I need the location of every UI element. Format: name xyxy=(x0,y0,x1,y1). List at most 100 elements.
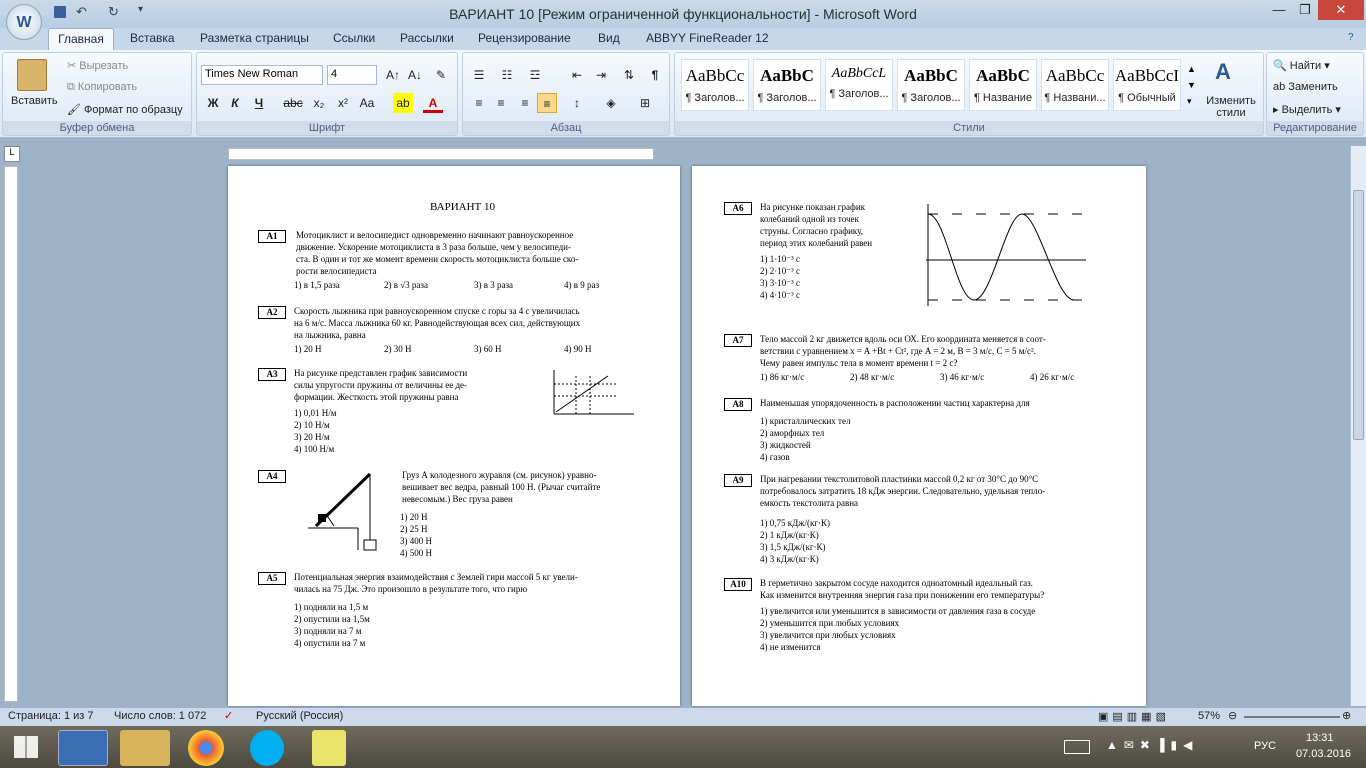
line-spacing-icon[interactable]: ↕ xyxy=(567,93,587,113)
style-preview: AaBbCc xyxy=(685,66,745,85)
find-button[interactable]: 🔍 Найти ▾ xyxy=(1273,59,1330,72)
vertical-scrollbar[interactable] xyxy=(1350,146,1366,706)
horizontal-ruler[interactable] xyxy=(228,148,654,160)
font-size-select[interactable]: 4 xyxy=(327,65,377,85)
zoom-level[interactable]: 57% xyxy=(1198,710,1220,722)
clear-format-icon[interactable]: ✎ xyxy=(431,65,451,85)
shading-icon[interactable]: ◈ xyxy=(601,93,621,113)
chrome-taskbar-icon[interactable] xyxy=(188,730,224,766)
style-heading-3[interactable]: AaBbCcL ¶ Заголов... xyxy=(825,59,893,111)
answer-option: 2) 2·10⁻³ с xyxy=(760,266,800,276)
increase-indent-icon[interactable]: ⇥ xyxy=(591,65,611,85)
tab-insert[interactable]: Вставка xyxy=(130,31,175,45)
underline-icon[interactable]: Ч xyxy=(249,93,269,113)
scroll-thumb[interactable] xyxy=(1353,190,1364,440)
spellcheck-icon[interactable]: ✓ xyxy=(224,709,233,722)
style-subtitle[interactable]: AaBbCc ¶ Названи... xyxy=(1041,59,1109,111)
bullets-icon[interactable]: ☰ xyxy=(469,65,489,85)
cut-button[interactable]: ✂ Вырезать xyxy=(67,59,128,72)
copy-button[interactable]: ⧉ Копировать xyxy=(67,81,137,94)
clock-date[interactable]: 07.03.2016 xyxy=(1296,748,1351,760)
style-title[interactable]: AaBbC ¶ Название xyxy=(969,59,1037,111)
align-left-icon[interactable]: ≡ xyxy=(469,93,489,113)
font-name-select[interactable]: Times New Roman xyxy=(201,65,323,85)
editing-group: 🔍 Найти ▾ ab Заменить ▸ Выделить ▾ Редак… xyxy=(1266,52,1364,136)
paste-icon[interactable] xyxy=(17,59,47,91)
help-icon[interactable]: ? xyxy=(1348,32,1354,43)
strikethrough-icon[interactable]: abc xyxy=(283,93,303,113)
style-normal[interactable]: AaBbCcI ¶ Обычный xyxy=(1113,59,1181,111)
question-number: A1 xyxy=(258,230,286,243)
superscript-icon[interactable]: x² xyxy=(333,93,353,113)
paste-button[interactable]: Вставить xyxy=(11,95,58,107)
format-painter-button[interactable]: 🖌 Формат по образцу xyxy=(67,103,183,116)
keyboard-icon[interactable] xyxy=(1064,740,1090,754)
style-heading-1[interactable]: AaBbCc ¶ Заголов... xyxy=(681,59,749,111)
numbering-icon[interactable]: ☷ xyxy=(497,65,517,85)
spring-graph-figure xyxy=(553,370,634,415)
style-name: ¶ Заголов... xyxy=(829,88,889,100)
question-text: вешивает вес ведра, равный 100 Н. (Рычаг… xyxy=(402,482,601,492)
bold-icon[interactable]: Ж xyxy=(203,93,223,113)
view-buttons[interactable]: ▣▤▥▦▧ xyxy=(1098,710,1170,723)
question-text: Наименьшая упорядоченность в расположени… xyxy=(760,398,1030,408)
tab-mailings[interactable]: Рассылки xyxy=(400,31,454,45)
tab-abbyy[interactable]: ABBYY FineReader 12 xyxy=(646,31,769,45)
zoom-in-icon[interactable]: ⊕ xyxy=(1342,709,1351,722)
word-logo-icon[interactable]: W xyxy=(6,4,42,40)
ruler-toggle-icon[interactable]: L xyxy=(4,146,20,162)
change-styles-button[interactable]: Изменить стили xyxy=(1201,95,1261,119)
ribbon-tabs: Главная Вставка Разметка страницы Ссылки… xyxy=(0,28,1366,50)
clock-time[interactable]: 13:31 xyxy=(1306,732,1334,744)
multilevel-list-icon[interactable]: ☲ xyxy=(525,65,545,85)
answer-option: 3) 20 Н/м xyxy=(294,432,330,442)
borders-icon[interactable]: ⊞ xyxy=(635,93,655,113)
sort-icon[interactable]: ⇅ xyxy=(619,65,639,85)
shrink-font-icon[interactable]: A↓ xyxy=(405,65,425,85)
question-text: потребовалось затратить 18 кДж энергии. … xyxy=(760,486,1046,496)
style-heading-2[interactable]: AaBbC ¶ Заголов... xyxy=(753,59,821,111)
change-case-icon[interactable]: Aa xyxy=(357,93,377,113)
change-styles-icon[interactable]: A xyxy=(1215,59,1231,85)
answer-option: 2) 48 кг·м/с xyxy=(850,372,895,382)
word-count[interactable]: Число слов: 1 072 xyxy=(114,710,206,722)
question-text: Груз А колодезного журавля (см. рисунок)… xyxy=(402,470,597,480)
maximize-button[interactable]: ❐ xyxy=(1288,0,1322,20)
italic-icon[interactable]: К xyxy=(225,93,245,113)
sticky-notes-taskbar-icon[interactable] xyxy=(312,730,346,766)
justify-icon[interactable]: ≡ xyxy=(537,93,557,113)
skype-taskbar-icon[interactable] xyxy=(250,730,284,766)
page-count[interactable]: Страница: 1 из 7 xyxy=(8,710,94,722)
align-center-icon[interactable]: ≡ xyxy=(491,93,511,113)
font-color-icon[interactable]: A xyxy=(423,93,443,113)
subscript-icon[interactable]: x₂ xyxy=(309,93,329,113)
explorer-taskbar-icon[interactable] xyxy=(120,730,170,766)
replace-button[interactable]: ab Заменить xyxy=(1273,81,1338,93)
styles-scroll-icon[interactable]: ▲ ▼ ▾ xyxy=(1187,61,1196,109)
answer-option: 1) 86 кг·м/с xyxy=(760,372,805,382)
grow-font-icon[interactable]: A↑ xyxy=(383,65,403,85)
show-marks-icon[interactable]: ¶ xyxy=(645,65,665,85)
language[interactable]: Русский (Россия) xyxy=(256,710,343,722)
tab-view[interactable]: Вид xyxy=(598,31,620,45)
tab-page-layout[interactable]: Разметка страницы xyxy=(200,31,309,45)
question-text: на лыжника, равна xyxy=(294,330,366,340)
zoom-out-icon[interactable]: ⊖ xyxy=(1228,709,1237,722)
zoom-slider[interactable] xyxy=(1244,716,1340,718)
vertical-ruler[interactable] xyxy=(4,166,18,702)
highlight-icon[interactable]: ab xyxy=(393,93,413,113)
answer-option: 3) 3·10⁻³ с xyxy=(760,278,800,288)
word-taskbar-icon[interactable] xyxy=(58,730,108,766)
close-button[interactable]: ✕ xyxy=(1318,0,1364,20)
tab-home[interactable]: Главная xyxy=(48,28,114,50)
align-right-icon[interactable]: ≡ xyxy=(515,93,535,113)
tab-references[interactable]: Ссылки xyxy=(333,31,375,45)
windows-start-icon[interactable] xyxy=(14,736,38,758)
select-button[interactable]: ▸ Выделить ▾ xyxy=(1273,103,1341,116)
tab-review[interactable]: Рецензирование xyxy=(478,31,571,45)
style-heading-4[interactable]: AaBbC ¶ Заголов... xyxy=(897,59,965,111)
decrease-indent-icon[interactable]: ⇤ xyxy=(567,65,587,85)
input-language[interactable]: РУС xyxy=(1254,740,1276,752)
tray-icons[interactable]: ▲✉✖▐▮◀ xyxy=(1106,738,1198,752)
question-number: A10 xyxy=(724,578,752,591)
